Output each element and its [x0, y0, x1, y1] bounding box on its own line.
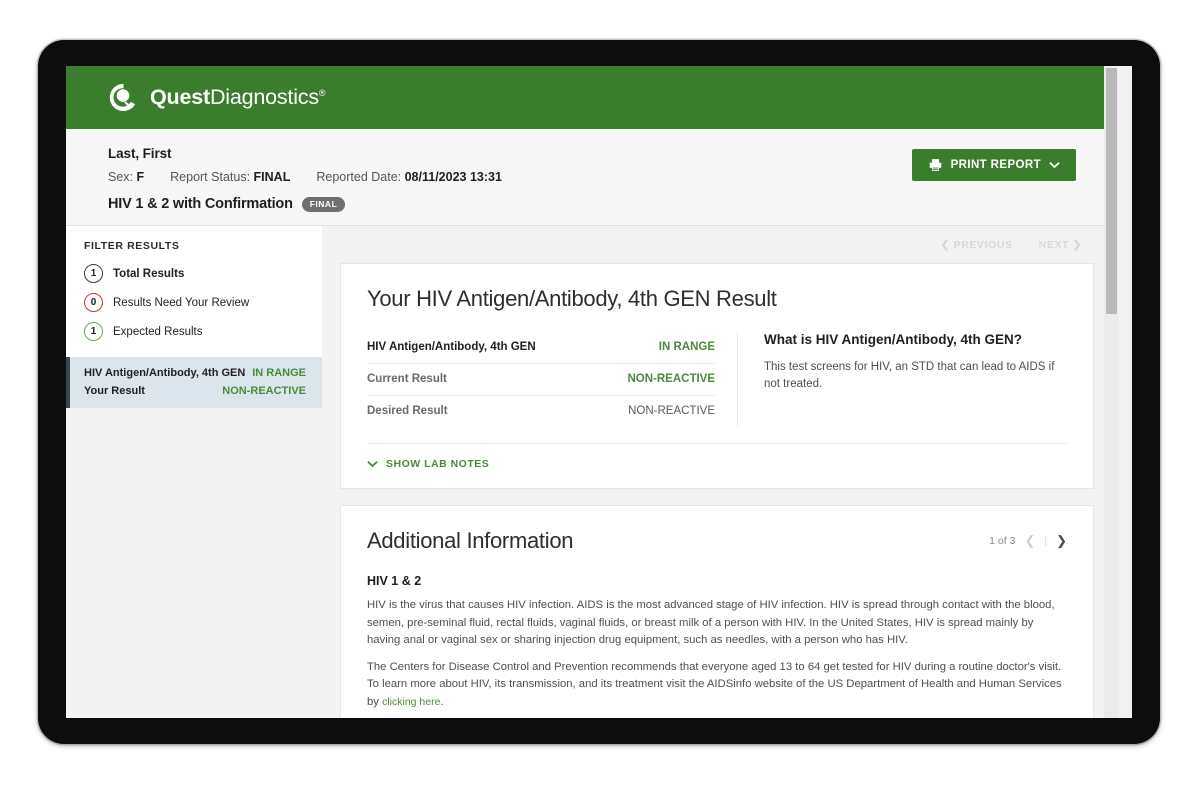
report-status-label: Report Status:	[170, 170, 251, 184]
brand-name-bold: Quest	[150, 85, 210, 109]
paragraph-2-text-before: The Centers for Disease Control and Prev…	[367, 660, 1062, 708]
result-item-sub-label: Your Result	[84, 385, 145, 397]
status-badge: FINAL	[301, 196, 346, 212]
sidebar: FILTER RESULTS 1 Total Results 0 Results…	[66, 226, 322, 646]
result-values-table: HIV Antigen/Antibody, 4th GEN IN RANGE C…	[367, 332, 737, 427]
reported-date-field: Reported Date: 08/11/2023 13:31	[316, 170, 502, 184]
result-row-name: Desired Result	[367, 405, 448, 417]
main-content: ❮ PREVIOUS NEXT ❯ Your HIV Antigen/Antib…	[322, 226, 1118, 718]
additional-info-title: Additional Information	[367, 528, 574, 553]
additional-info-paragraph-1: HIV is the virus that causes HIV infecti…	[367, 599, 1055, 646]
sidebar-result-item-hiv[interactable]: HIV Antigen/Antibody, 4th GEN IN RANGE Y…	[66, 357, 322, 408]
filter-item-expected-results[interactable]: 1 Expected Results	[84, 322, 306, 341]
pager-divider: |	[1044, 535, 1048, 547]
test-explainer-text: This test screens for HIV, an STD that c…	[764, 361, 1055, 391]
test-explainer-panel: What is HIV Antigen/Antibody, 4th GEN? T…	[737, 332, 1067, 427]
reported-date-label: Reported Date:	[316, 170, 402, 184]
quest-diagnostics-logo-icon	[109, 83, 136, 112]
page-title: HIV 1 & 2 with Confirmation	[108, 196, 293, 212]
results-pagination: ❮ PREVIOUS NEXT ❯	[340, 226, 1094, 263]
show-lab-notes-toggle[interactable]: SHOW LAB NOTES	[367, 443, 1067, 470]
additional-info-paragraph-2: The Centers for Disease Control and Prev…	[367, 659, 1067, 712]
result-item-name: HIV Antigen/Antibody, 4th GEN	[84, 367, 246, 379]
chevron-down-icon	[367, 461, 378, 468]
result-item-sub-value: NON-REACTIVE	[222, 385, 306, 397]
additional-info-header: Additional Information 1 of 3 ❮ | ❯	[367, 528, 1067, 554]
result-item-primary-line: HIV Antigen/Antibody, 4th GEN IN RANGE	[84, 367, 306, 379]
result-item-secondary-line: Your Result NON-REACTIVE	[84, 385, 306, 397]
table-row: Current Result NON-REACTIVE	[367, 364, 715, 396]
table-row: Desired Result NON-REACTIVE	[367, 396, 715, 427]
result-row-value: NON-REACTIVE	[627, 373, 715, 385]
result-row-name: HIV Antigen/Antibody, 4th GEN	[367, 341, 536, 353]
printer-icon	[929, 159, 941, 171]
tablet-device-frame: QuestDiagnostics® Last, First Sex: F Rep…	[38, 40, 1160, 744]
vertical-scrollbar-track[interactable]	[1104, 66, 1118, 718]
result-row-value: IN RANGE	[658, 341, 715, 353]
browser-viewport: QuestDiagnostics® Last, First Sex: F Rep…	[66, 66, 1118, 718]
report-status-value: FINAL	[253, 170, 291, 184]
additional-info-pagination: 1 of 3 ❮ | ❯	[989, 533, 1067, 549]
table-row: HIV Antigen/Antibody, 4th GEN IN RANGE	[367, 332, 715, 364]
filter-count-badge: 1	[84, 264, 103, 283]
page-indicator: 1 of 3	[989, 535, 1016, 547]
previous-label: PREVIOUS	[953, 239, 1013, 251]
clicking-here-link[interactable]: clicking here	[382, 696, 440, 708]
previous-result-button[interactable]: ❮ PREVIOUS	[941, 239, 1013, 251]
filter-label: Total Results	[113, 267, 185, 280]
next-result-button[interactable]: NEXT ❯	[1039, 239, 1082, 251]
print-report-button[interactable]: PRINT REPORT	[911, 149, 1076, 181]
result-row-name: Current Result	[367, 373, 447, 385]
previous-page-button[interactable]: ❮	[1024, 533, 1035, 549]
vertical-scrollbar-thumb[interactable]	[1106, 68, 1117, 314]
additional-information-card: Additional Information 1 of 3 ❮ | ❯ HIV …	[340, 505, 1094, 718]
filter-label: Results Need Your Review	[113, 296, 250, 309]
paragraph-2-text-after: .	[440, 695, 444, 708]
result-item-range-status: IN RANGE	[252, 367, 306, 379]
test-explainer-title: What is HIV Antigen/Antibody, 4th GEN?	[764, 332, 1022, 347]
result-row-value: NON-REACTIVE	[628, 405, 715, 417]
filter-results-card: FILTER RESULTS 1 Total Results 0 Results…	[66, 226, 322, 357]
test-title-row: HIV 1 & 2 with Confirmation FINAL	[108, 196, 1076, 212]
filter-label: Expected Results	[113, 325, 203, 338]
device-screen: QuestDiagnostics® Last, First Sex: F Rep…	[66, 66, 1132, 718]
filter-results-heading: FILTER RESULTS	[84, 240, 180, 252]
result-detail-card: Your HIV Antigen/Antibody, 4th GEN Resul…	[340, 263, 1094, 489]
brand-wordmark: QuestDiagnostics®	[150, 85, 326, 110]
filter-item-needs-review[interactable]: 0 Results Need Your Review	[84, 293, 306, 312]
report-status-field: Report Status: FINAL	[170, 170, 290, 184]
result-card-title: Your HIV Antigen/Antibody, 4th GEN Resul…	[367, 286, 777, 311]
sex-field: Sex: F	[108, 170, 144, 184]
additional-info-subtitle: HIV 1 & 2	[367, 574, 422, 588]
sex-label: Sex:	[108, 170, 134, 184]
patient-info-bar: Last, First Sex: F Report Status: FINAL …	[66, 129, 1118, 226]
show-lab-notes-label: SHOW LAB NOTES	[386, 458, 490, 470]
next-label: NEXT	[1038, 239, 1070, 251]
next-page-button[interactable]: ❯	[1056, 533, 1067, 549]
filter-item-total-results[interactable]: 1 Total Results	[84, 264, 306, 283]
trademark-symbol: ®	[318, 88, 326, 98]
filter-count-badge: 0	[84, 293, 103, 312]
sex-value: F	[136, 170, 145, 184]
filter-count-badge: 1	[84, 322, 103, 341]
print-report-label: PRINT REPORT	[950, 159, 1041, 171]
reported-date-value: 08/11/2023 13:31	[404, 170, 502, 184]
result-card-body: HIV Antigen/Antibody, 4th GEN IN RANGE C…	[367, 332, 1067, 427]
brand-header: QuestDiagnostics®	[66, 66, 1118, 129]
chevron-down-icon	[1049, 162, 1060, 169]
content-area: FILTER RESULTS 1 Total Results 0 Results…	[66, 226, 1118, 718]
brand-name-light: Diagnostics	[209, 85, 319, 109]
